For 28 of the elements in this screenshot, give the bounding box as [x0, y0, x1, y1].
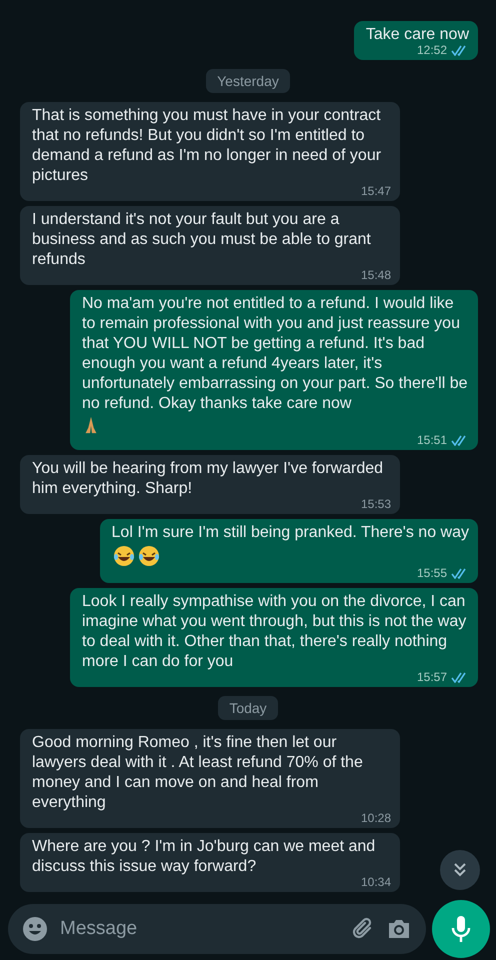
date-divider: Yesterday: [206, 69, 290, 93]
message-text: Look I really sympathise with you on the divorce, I can imagine what you went through, but this is not the way to deal with it. Other than that, there's really nothing more I can do for you: [82, 592, 468, 672]
message-text: That is something you must have in your contract that no refunds! But you didn't so I'm entitled to demand a refund as I'm no longer in need of your pictures: [32, 106, 382, 186]
message-text: Where are you ? I'm in Jo'burg can we meet and discuss this issue way forward?: [32, 837, 376, 877]
message-time: 10:28: [360, 811, 391, 825]
message-text: I understand it's not your fault but you are a business and as such you must be able to grant refunds: [32, 210, 372, 270]
message-time: 15:55: [416, 566, 447, 580]
message-text: Good morning Romeo , it's fine then let our lawyers deal with it . At least refund 70% of the money and I can move on and heal from everything: [32, 733, 364, 813]
message-time: 12:52: [416, 43, 447, 57]
laughing-face-icon: [136, 544, 161, 568]
message-time: 10:34: [360, 875, 391, 889]
message-text: No ma'am you're not entitled to a refund. I would like to remain professional with you and just reassure you that YOU WILL NOT be getting a refund. It's bad enough you want a refund 4years later, it's unfortunately embarrassing on your part. So there'll be no refund. Okay thanks take care now: [82, 294, 468, 414]
date-divider: Today: [218, 696, 278, 720]
message-text: Lol I'm sure I'm still being pranked. There's no way: [112, 523, 469, 543]
message-time: 15:57: [416, 670, 447, 684]
message-field[interactable]: Message: [58, 917, 340, 941]
laughing-face-icon: [112, 544, 136, 568]
camera-icon[interactable]: [386, 917, 412, 941]
message-time: 15:53: [360, 497, 391, 511]
emoji-icon[interactable]: [22, 916, 48, 942]
message-text: Take care now: [366, 25, 469, 45]
message-time: 15:51: [416, 433, 447, 447]
message-bar[interactable]: Message: [8, 904, 426, 954]
message-time: 15:48: [360, 268, 391, 282]
scroll-down-button[interactable]: [440, 850, 480, 890]
message-time: 15:47: [360, 184, 391, 198]
message-text: You will be hearing from my lawyer I've forwarded him everything. Sharp!: [32, 459, 384, 499]
microphone-icon: [450, 914, 472, 944]
